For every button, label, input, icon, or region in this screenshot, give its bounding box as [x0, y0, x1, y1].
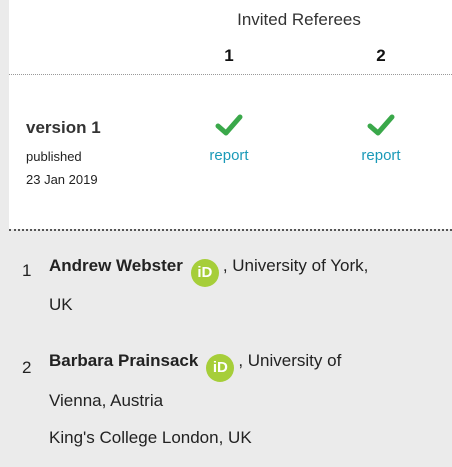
- referee-column-1: 1: [224, 46, 234, 65]
- referee-1-affiliation-cont: UK: [49, 295, 73, 314]
- divider: [9, 229, 452, 231]
- referee-number-1: 1: [22, 261, 32, 280]
- report-link-2[interactable]: report: [341, 147, 421, 164]
- referee-number-2: 2: [22, 358, 32, 377]
- referee-status-panel: Invited Referees 1 2 version 1 published…: [0, 0, 452, 467]
- published-label: published: [26, 149, 82, 164]
- invited-referees-heading: Invited Referees: [237, 10, 361, 29]
- report-link-1[interactable]: report: [189, 147, 269, 164]
- referee-1-name[interactable]: Andrew Webster: [49, 256, 183, 275]
- referee-1-affiliation: , University of York,: [222, 256, 369, 275]
- referee-2-affiliation-cont: Vienna, Austria: [49, 391, 164, 410]
- orcid-icon[interactable]: iD: [206, 354, 235, 382]
- check-icon: [367, 114, 395, 136]
- version-label: version 1: [26, 118, 101, 137]
- referee-status-card: Invited Referees 1 2 version 1 published…: [9, 0, 452, 229]
- referee-1-line: Andrew Webster iD, University of York,: [49, 256, 368, 287]
- referee-2-affiliation-2: King's College London, UK: [49, 428, 252, 447]
- published-date: 23 Jan 2019: [26, 172, 98, 187]
- divider: [9, 74, 452, 75]
- referee-2-line: Barbara Prainsack iD, University of: [49, 351, 341, 382]
- referee-column-2: 2: [376, 46, 386, 65]
- referee-2-name[interactable]: Barbara Prainsack: [49, 351, 198, 370]
- referee-2-affiliation: , University of: [238, 351, 342, 370]
- check-icon: [215, 114, 243, 136]
- orcid-icon[interactable]: iD: [190, 259, 219, 287]
